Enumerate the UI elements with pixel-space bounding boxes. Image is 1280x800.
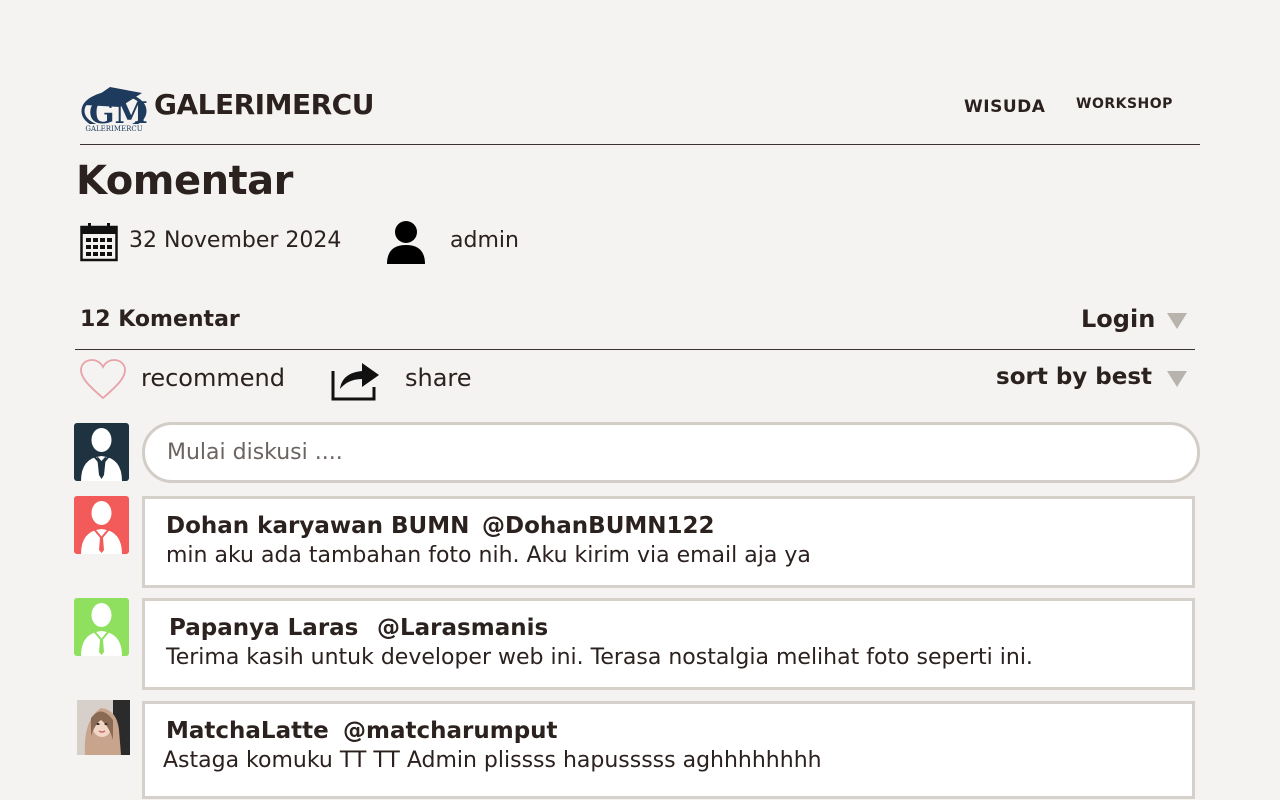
sort-dropdown[interactable]: sort by best [996, 364, 1152, 390]
comment-input[interactable] [145, 425, 1167, 480]
commenter-handle[interactable]: @DohanBUMN122 [482, 513, 715, 539]
post-author: admin [450, 228, 519, 253]
nav-wisuda[interactable]: WISUDA [964, 97, 1045, 117]
comment-count: 12 Komentar [80, 307, 240, 332]
comment-input-wrapper[interactable] [142, 422, 1200, 483]
nav-workshop[interactable]: WORKSHOP [1076, 96, 1173, 112]
comment-text: min aku ada tambahan foto nih. Aku kirim… [166, 543, 811, 568]
commenter-name[interactable]: MatchaLatte [166, 718, 329, 744]
commenter-avatar[interactable] [74, 598, 129, 656]
commenter-handle[interactable]: @Larasmanis [377, 615, 548, 641]
calendar-icon [80, 222, 118, 262]
logo-caption: GALERIMERCU [85, 125, 142, 133]
chevron-down-icon[interactable] [1167, 371, 1187, 387]
share-icon[interactable] [330, 357, 382, 401]
comment-text: Terima kasih untuk developer web ini. Te… [166, 645, 1033, 670]
comment-card: MatchaLatte @matcharumput Astaga komuku … [142, 701, 1195, 799]
brand-name[interactable]: GALERIMERCU [154, 88, 374, 121]
commenter-name[interactable]: Dohan karyawan BUMN [166, 513, 469, 539]
commenter-avatar[interactable] [74, 496, 129, 554]
comments-divider [75, 349, 1195, 350]
recommend-button[interactable]: recommend [141, 364, 285, 392]
page-title: Komentar [76, 158, 293, 204]
comment-text: Astaga komuku TT TT Admin plissss hapuss… [163, 748, 822, 773]
commenter-name[interactable]: Papanya Laras [169, 615, 358, 641]
galerimercu-logo[interactable]: GM GALERIMERCU [80, 83, 148, 133]
header-divider [80, 144, 1200, 145]
login-dropdown[interactable]: Login [1081, 305, 1155, 333]
comment-card: Dohan karyawan BUMN @DohanBUMN122 min ak… [142, 496, 1195, 588]
author-user-icon [386, 220, 426, 264]
chevron-down-icon[interactable] [1167, 313, 1187, 329]
post-date: 32 November 2024 [129, 228, 342, 253]
share-button[interactable]: share [405, 364, 472, 392]
commenter-handle[interactable]: @matcharumput [343, 718, 558, 744]
comment-card: Papanya Laras @Larasmanis Terima kasih u… [142, 598, 1195, 690]
current-user-avatar [74, 423, 129, 481]
commenter-avatar-photo[interactable] [77, 700, 130, 755]
heart-icon[interactable] [79, 358, 127, 400]
